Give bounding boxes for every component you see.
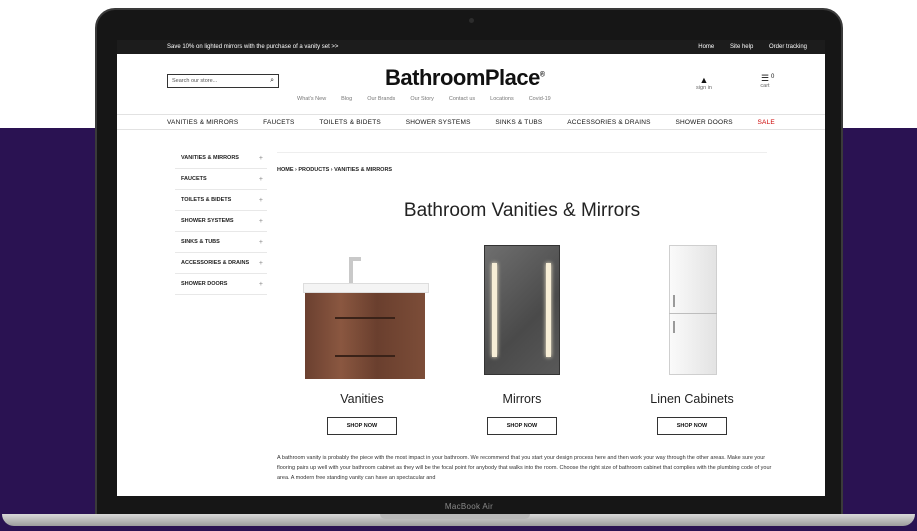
vanity-countertop-image (303, 283, 429, 293)
laptop-model-label: MacBook Air (444, 502, 494, 511)
mirror-light-strip (546, 263, 551, 357)
shop-now-button[interactable]: SHOP NOW (327, 417, 397, 435)
sidebar-item-shower-doors[interactable]: SHOWER DOORS + (175, 274, 267, 295)
nav-sinks-tubs[interactable]: SINKS & TUBS (495, 119, 542, 126)
account-label: sign in (696, 85, 712, 91)
cart-icon: ☰ (760, 73, 770, 83)
divider (277, 152, 767, 153)
sidebar-item-label: SINKS & TUBS (181, 239, 220, 245)
expand-icon[interactable]: + (259, 197, 263, 204)
expand-icon[interactable]: + (259, 218, 263, 225)
sidebar-item-label: ACCESSORIES & DRAINS (181, 260, 250, 266)
promo-bar: Save 10% on lighted mirrors with the pur… (117, 40, 825, 54)
product-name: Vanities (340, 392, 384, 406)
sidebar-item-label: SHOWER DOORS (181, 281, 228, 287)
sidebar-item-faucets[interactable]: FAUCETS + (175, 169, 267, 190)
nav-accessories-drains[interactable]: ACCESSORIES & DRAINS (567, 119, 650, 126)
category-description: A bathroom vanity is probably the piece … (277, 455, 772, 481)
nav-shower-doors[interactable]: SHOWER DOORS (675, 119, 732, 126)
sidebar-item-label: TOILETS & BIDETS (181, 197, 232, 203)
order-tracking-link[interactable]: Order tracking (769, 44, 807, 50)
registered-mark: ® (539, 71, 545, 79)
nav-our-story[interactable]: Our Story (410, 96, 434, 102)
linen-cabinet-image[interactable] (669, 245, 717, 375)
cart-link[interactable]: ☰ 0 cart (751, 73, 779, 90)
sidebar-item-shower-systems[interactable]: SHOWER SYSTEMS + (175, 211, 267, 232)
cabinet-handle (673, 321, 675, 333)
expand-icon[interactable]: + (259, 281, 263, 288)
expand-icon[interactable]: + (259, 260, 263, 267)
account-link[interactable]: ▲ sign in (689, 75, 719, 92)
nav-whats-new[interactable]: What's New (297, 96, 326, 102)
sidebar-item-vanities-mirrors[interactable]: VANITIES & MIRRORS + (175, 148, 267, 169)
site-header: Search our store... ⌕ BathroomPlace® Wha… (117, 54, 825, 114)
home-link[interactable]: Home (698, 44, 714, 50)
site-help-link[interactable]: Site help (730, 44, 753, 50)
main-nav: VANITIES & MIRRORS FAUCETS TOILETS & BID… (117, 114, 825, 130)
sidebar-item-label: FAUCETS (181, 176, 207, 182)
camera-dot (469, 18, 474, 23)
laptop-base-notch (380, 514, 530, 519)
sidebar-item-accessories-drains[interactable]: ACCESSORIES & DRAINS + (175, 253, 267, 274)
product-name: Mirrors (502, 392, 542, 406)
secondary-nav: What's New Blog Our Brands Our Story Con… (297, 96, 551, 102)
sidebar-item-label: SHOWER SYSTEMS (181, 218, 234, 224)
nav-locations[interactable]: Locations (490, 96, 514, 102)
expand-icon[interactable]: + (259, 176, 263, 183)
laptop-frame: Save 10% on lighted mirrors with the pur… (95, 8, 843, 516)
utility-links: Home Site help Order tracking (684, 44, 807, 50)
page-title: Bathroom Vanities & Mirrors (403, 200, 641, 221)
sidebar-item-sinks-tubs[interactable]: SINKS & TUBS + (175, 232, 267, 253)
nav-blog[interactable]: Blog (341, 96, 352, 102)
mirror-light-strip (492, 263, 497, 357)
expand-icon[interactable]: + (259, 239, 263, 246)
expand-icon[interactable]: + (259, 155, 263, 162)
shop-now-button[interactable]: SHOP NOW (487, 417, 557, 435)
sidebar-item-label: VANITIES & MIRRORS (181, 155, 239, 161)
nav-contact-us[interactable]: Contact us (449, 96, 475, 102)
site-logo[interactable]: BathroomPlace® (385, 65, 545, 91)
shop-now-button[interactable]: SHOP NOW (657, 417, 727, 435)
sidebar-item-toilets-bidets[interactable]: TOILETS & BIDETS + (175, 190, 267, 211)
nav-vanities-mirrors[interactable]: VANITIES & MIRRORS (167, 119, 238, 126)
cabinet-door-split (669, 313, 717, 314)
search-input[interactable]: Search our store... ⌕ (167, 74, 279, 88)
nav-sale[interactable]: SALE (758, 119, 775, 126)
browser-screen: Save 10% on lighted mirrors with the pur… (117, 40, 825, 496)
breadcrumb[interactable]: HOME › PRODUCTS › VANITIES & MIRRORS (277, 167, 392, 173)
category-sidebar: VANITIES & MIRRORS + FAUCETS + TOILETS & B… (175, 148, 267, 295)
vanity-image[interactable] (305, 293, 425, 379)
user-icon: ▲ (699, 75, 709, 85)
promo-link[interactable]: Save 10% on lighted mirrors with the pur… (167, 44, 338, 50)
drawer-handle (335, 317, 395, 319)
cart-label: cart (760, 83, 770, 89)
nav-shower-systems[interactable]: SHOWER SYSTEMS (406, 119, 471, 126)
drawer-handle (335, 355, 395, 357)
cart-count: 0 (771, 74, 775, 80)
logo-text: BathroomPlace (385, 65, 540, 90)
faucet-spout-image (349, 257, 361, 261)
cabinet-handle (673, 295, 675, 307)
search-icon[interactable]: ⌕ (270, 77, 274, 85)
search-placeholder: Search our store... (172, 78, 218, 84)
product-name: Linen Cabinets (650, 392, 734, 406)
nav-covid-19[interactable]: Covid-19 (529, 96, 551, 102)
nav-our-brands[interactable]: Our Brands (367, 96, 395, 102)
nav-toilets-bidets[interactable]: TOILETS & BIDETS (319, 119, 381, 126)
nav-faucets[interactable]: FAUCETS (263, 119, 294, 126)
